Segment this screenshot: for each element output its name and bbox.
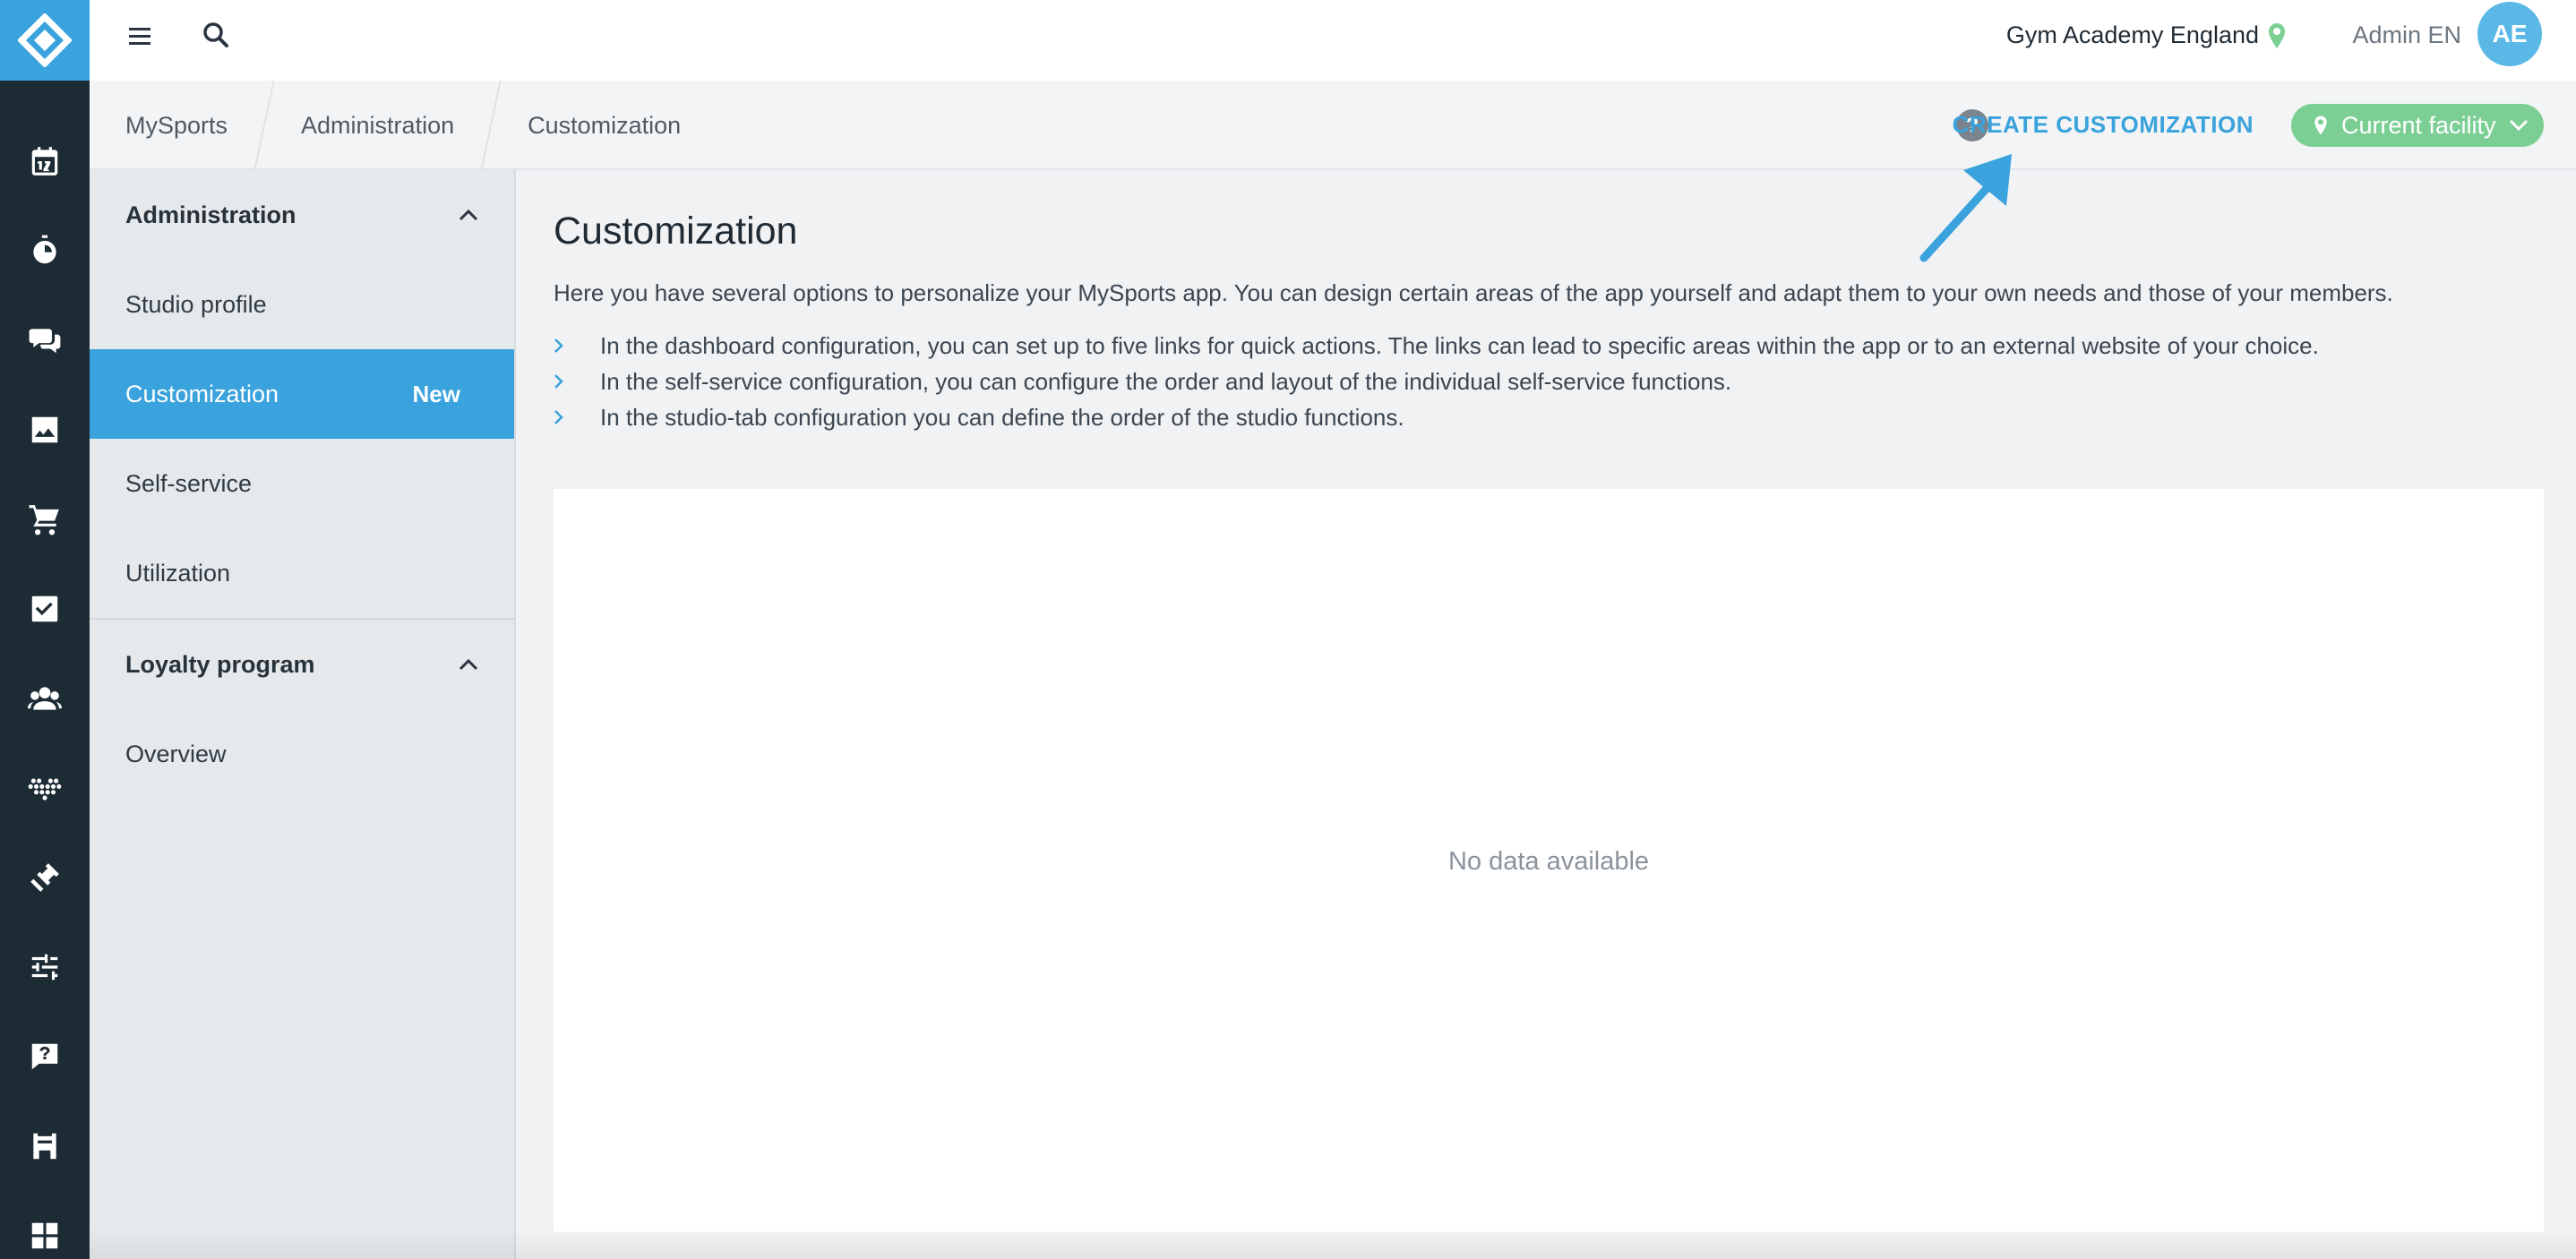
list-item-text: In the dashboard configuration, you can …: [600, 331, 2319, 359]
hamburger-icon[interactable]: [127, 23, 154, 50]
list-item-text: In the self-service configuration, you c…: [600, 367, 1732, 395]
page-title: Customization: [554, 210, 798, 253]
rail-store[interactable]: [0, 1101, 90, 1191]
stopwatch-icon: [33, 235, 56, 264]
breadcrumb-item-mysports[interactable]: MySports: [90, 81, 263, 170]
chat-icon: [29, 329, 61, 354]
members-icon: [28, 687, 62, 710]
rail-calendar[interactable]: [0, 116, 90, 206]
sidebar-group-title: Loyalty program: [125, 650, 315, 678]
new-badge: New: [412, 380, 460, 407]
rail-tasks[interactable]: [0, 564, 90, 654]
sidebar-item-overview[interactable]: Overview: [90, 709, 514, 799]
main-content: Customization Here you have several opti…: [518, 170, 2576, 1259]
store-icon: [33, 1133, 56, 1160]
rail-cart[interactable]: [0, 475, 90, 564]
checkbox-icon: [31, 595, 58, 622]
breadcrumb-bar: MySports Administration Customization ? …: [90, 81, 2576, 170]
location-pin-icon: [2269, 23, 2285, 48]
sidebar-item-label: Utilization: [125, 559, 231, 587]
breadcrumb-item-customization: Customization: [528, 111, 682, 139]
sidebar-item-studio-profile[interactable]: Studio profile: [90, 260, 514, 349]
chevron-up-icon: [459, 209, 478, 221]
sidebar-item-self-service[interactable]: Self-service: [90, 439, 514, 528]
secondary-sidebar: Administration Studio profile Customizat…: [90, 170, 516, 1259]
rail-health[interactable]: [0, 743, 90, 833]
search-icon[interactable]: [201, 20, 231, 50]
sliders-icon: [31, 954, 58, 981]
sidebar-group-title: Administration: [125, 201, 296, 228]
list-item-text: In the studio-tab configuration you can …: [600, 403, 1404, 431]
app-rail: [0, 0, 90, 1259]
rail-chat[interactable]: [0, 295, 90, 385]
rail-settings[interactable]: [0, 922, 90, 1012]
dumbbell-icon: [30, 863, 59, 892]
chevron-up-icon: [459, 658, 478, 671]
user-name[interactable]: Admin EN: [2352, 21, 2461, 49]
info-list: In the dashboard configuration, you can …: [554, 328, 2319, 435]
facility-name[interactable]: Gym Academy England: [2006, 21, 2259, 49]
heart-dots-icon: [28, 778, 62, 801]
list-item: In the studio-tab configuration you can …: [554, 399, 2319, 435]
bottom-shadow: [90, 1229, 2576, 1259]
chevron-right-icon: [554, 374, 563, 389]
logo-icon: [18, 13, 72, 67]
breadcrumb: MySports Administration Customization: [90, 81, 717, 170]
rail-support[interactable]: [0, 1012, 90, 1101]
annotation-arrow-icon: [1919, 154, 2012, 262]
customization-list-panel: No data available: [554, 489, 2544, 1232]
dashboard-icon: [31, 1222, 58, 1249]
sidebar-item-utilization[interactable]: Utilization: [90, 528, 514, 618]
sidebar-item-customization[interactable]: Customization New: [90, 349, 514, 439]
app-logo[interactable]: [0, 0, 90, 81]
calendar-icon: [31, 147, 58, 176]
create-customization-button[interactable]: CREATE CUSTOMIZATION: [1953, 111, 2254, 139]
list-item: In the self-service configuration, you c…: [554, 364, 2319, 399]
top-bar: Gym Academy England Admin EN AE: [90, 0, 2576, 81]
chevron-right-icon: [554, 338, 563, 353]
current-facility-button[interactable]: Current facility: [2291, 104, 2544, 147]
sidebar-item-label: Studio profile: [125, 290, 267, 318]
sidebar-item-label: Self-service: [125, 469, 253, 497]
rail-stopwatch[interactable]: [0, 206, 90, 295]
sidebar-item-label: Overview: [125, 740, 227, 767]
list-item: In the dashboard configuration, you can …: [554, 328, 2319, 364]
rail-dashboard[interactable]: [0, 1191, 90, 1259]
current-facility-label: Current facility: [2341, 111, 2496, 139]
rail-image[interactable]: [0, 385, 90, 475]
sidebar-group-administration[interactable]: Administration: [90, 170, 514, 260]
chevron-down-icon: [2509, 119, 2528, 132]
page-intro: Here you have several options to persona…: [554, 279, 2393, 306]
chevron-right-icon: [554, 410, 563, 424]
avatar[interactable]: AE: [2477, 2, 2542, 66]
rail-training[interactable]: [0, 833, 90, 922]
image-icon: [31, 416, 58, 443]
location-pin-icon: [2314, 116, 2327, 135]
sidebar-item-label: Customization: [125, 380, 279, 407]
breadcrumb-item-administration[interactable]: Administration: [265, 81, 490, 170]
sidebar-group-loyalty-program[interactable]: Loyalty program: [90, 620, 514, 709]
question-chat-icon: [31, 1043, 58, 1070]
rail-members[interactable]: [0, 654, 90, 743]
cart-icon: [29, 505, 59, 535]
empty-state-text: No data available: [1447, 847, 1650, 876]
